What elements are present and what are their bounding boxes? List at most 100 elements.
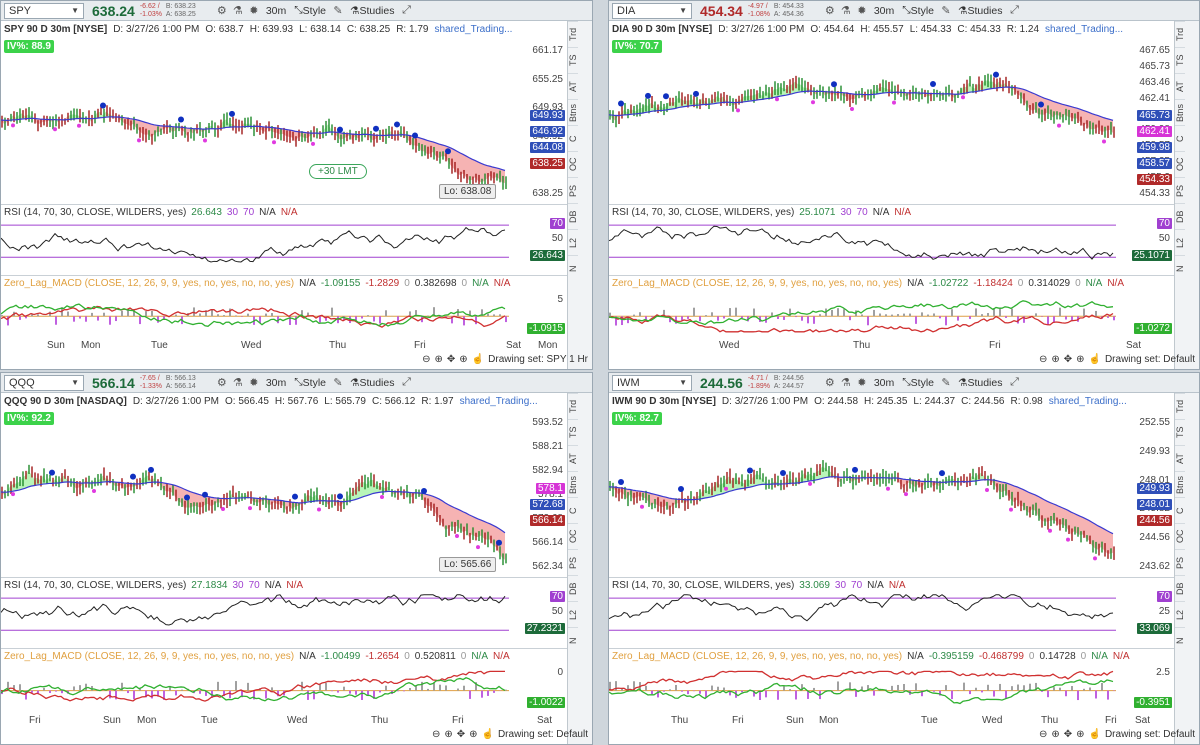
interval-button[interactable]: 30m	[870, 3, 898, 19]
limit-order-tag[interactable]: +30 LMT	[309, 164, 367, 179]
beaker-icon[interactable]: ⚗	[838, 376, 854, 390]
side-tab-db[interactable]: DB	[568, 203, 578, 229]
hand-icon[interactable]: ☝	[1089, 354, 1101, 365]
side-tab-ts[interactable]: TS	[1175, 419, 1185, 445]
rsi-pane[interactable]: RSI (14, 70, 30, CLOSE, WILDERS, yes) 26.…	[1, 204, 567, 271]
zoom-in-icon[interactable]: ⊕	[1051, 729, 1059, 740]
hand-icon[interactable]: ☝	[482, 729, 494, 740]
shared-link[interactable]: shared_Trading...	[1049, 396, 1127, 407]
price-chart[interactable]: IV%: 82.7252.55249.93248.01245.82244.562…	[609, 409, 1174, 573]
side-tab-at[interactable]: AT	[1175, 445, 1185, 471]
side-tab-trd[interactable]: Trd	[1175, 393, 1185, 419]
zoom-out-icon[interactable]: ⊖	[1039, 729, 1047, 740]
zoom-in-icon[interactable]: ⊕	[1051, 354, 1059, 365]
side-tab-c[interactable]: C	[568, 497, 578, 523]
zoom-in-icon[interactable]: ⊕	[435, 354, 443, 365]
price-chart[interactable]: IV%: 70.7467.65465.73463.46462.41461.384…	[609, 37, 1174, 200]
gear-icon[interactable]: ✹	[246, 376, 262, 390]
side-tab-oc[interactable]: OC	[1175, 523, 1185, 549]
pan-icon[interactable]: ✥	[457, 729, 465, 740]
settings-icon[interactable]: ⚙	[822, 4, 838, 18]
settings-icon[interactable]: ⚙	[822, 376, 838, 390]
side-tab-db[interactable]: DB	[1175, 203, 1185, 229]
expand-icon[interactable]: ⤢	[398, 376, 414, 390]
macd-pane[interactable]: Zero_Lag_MACD (CLOSE, 12, 26, 9, 9, yes,…	[1, 275, 567, 337]
expand-icon[interactable]: ⤢	[1006, 376, 1022, 390]
side-tab-l2[interactable]: L2	[568, 601, 578, 627]
price-chart[interactable]: IV%: 88.9 661.17 655.25 649.93 646.92 644.08 6…	[1, 37, 567, 200]
pan-icon[interactable]: ✥	[447, 354, 455, 365]
side-tab-db[interactable]: DB	[1175, 575, 1185, 601]
studies-button[interactable]: ⚗ Studies	[954, 3, 1006, 19]
side-tab-btns[interactable]: Btns	[1175, 471, 1185, 497]
drawing-set-label[interactable]: Drawing set: Default	[1105, 729, 1195, 740]
side-tab-ps[interactable]: PS	[1175, 177, 1185, 203]
rsi-pane[interactable]: RSI (14, 70, 30, CLOSE, WILDERS, yes) 33.…	[609, 577, 1174, 644]
rsi-pane[interactable]: RSI (14, 70, 30, CLOSE, WILDERS, yes) 27.…	[1, 577, 567, 644]
zoom-out-icon[interactable]: ⊖	[432, 729, 440, 740]
settings-icon[interactable]: ⚙	[214, 376, 230, 390]
side-tab-at[interactable]: AT	[568, 73, 578, 99]
side-tab-n[interactable]: N	[568, 627, 578, 653]
gear-icon[interactable]: ✹	[246, 4, 262, 18]
pan-icon[interactable]: ✥	[1064, 354, 1072, 365]
macd-pane[interactable]: Zero_Lag_MACD (CLOSE, 12, 26, 9, 9, yes,…	[609, 275, 1174, 337]
side-tab-btns[interactable]: Btns	[568, 471, 578, 497]
side-tab-l2[interactable]: L2	[568, 229, 578, 255]
macd-pane[interactable]: Zero_Lag_MACD (CLOSE, 12, 26, 9, 9, yes,…	[1, 648, 567, 712]
side-tab-c[interactable]: C	[568, 125, 578, 151]
side-tab-ps[interactable]: PS	[568, 549, 578, 575]
side-tab-at[interactable]: AT	[568, 445, 578, 471]
drawing-tool-icon[interactable]: ✎	[938, 4, 954, 18]
zoom-out-icon[interactable]: ⊖	[1039, 354, 1047, 365]
side-tab-at[interactable]: AT	[1175, 73, 1185, 99]
drawing-set-label[interactable]: Drawing set: Default	[1105, 354, 1195, 365]
zoom-in-icon[interactable]: ⊕	[444, 729, 452, 740]
side-tab-ts[interactable]: TS	[1175, 47, 1185, 73]
side-tab-ps[interactable]: PS	[1175, 549, 1185, 575]
side-tab-oc[interactable]: OC	[568, 523, 578, 549]
style-button[interactable]: ⤡ Style	[290, 375, 330, 391]
interval-button[interactable]: 30m	[262, 3, 290, 19]
beaker-icon[interactable]: ⚗	[230, 376, 246, 390]
side-tab-c[interactable]: C	[1175, 497, 1185, 523]
shared-link[interactable]: shared_Trading...	[1045, 24, 1123, 35]
chevron-down-icon[interactable]: ▼	[71, 378, 79, 387]
crosshair-icon[interactable]: ⊕	[469, 729, 477, 740]
settings-icon[interactable]: ⚙	[214, 4, 230, 18]
beaker-icon[interactable]: ⚗	[838, 4, 854, 18]
chevron-down-icon[interactable]: ▼	[679, 378, 687, 387]
studies-button[interactable]: ⚗ Studies	[954, 375, 1006, 391]
side-tab-oc[interactable]: OC	[1175, 151, 1185, 177]
side-tab-c[interactable]: C	[1175, 125, 1185, 151]
style-button[interactable]: ⤡ Style	[898, 375, 938, 391]
style-button[interactable]: ⤡ Style	[898, 3, 938, 19]
side-tab-oc[interactable]: OC	[568, 151, 578, 177]
side-tab-n[interactable]: N	[1175, 627, 1185, 653]
price-chart[interactable]: IV%: 92.2 593.52 588.21 582.94 578.1 572.68 56…	[1, 409, 567, 573]
side-tab-trd[interactable]: Trd	[568, 393, 578, 419]
rsi-pane[interactable]: RSI (14, 70, 30, CLOSE, WILDERS, yes) 25.…	[609, 204, 1174, 271]
chevron-down-icon[interactable]: ▼	[679, 6, 687, 15]
drawing-tool-icon[interactable]: ✎	[330, 4, 346, 18]
symbol-input[interactable]: IWM ▼	[612, 374, 692, 391]
beaker-icon[interactable]: ⚗	[230, 4, 246, 18]
drawing-set-label[interactable]: Drawing set: SPY 1 Hr	[488, 354, 588, 365]
pan-icon[interactable]: ✥	[1064, 729, 1072, 740]
gear-icon[interactable]: ✹	[854, 4, 870, 18]
side-tab-ts[interactable]: TS	[568, 47, 578, 73]
side-tab-l2[interactable]: L2	[1175, 601, 1185, 627]
expand-icon[interactable]: ⤢	[398, 4, 414, 18]
expand-icon[interactable]: ⤢	[1006, 4, 1022, 18]
drawing-tool-icon[interactable]: ✎	[330, 376, 346, 390]
crosshair-icon[interactable]: ⊕	[1076, 354, 1084, 365]
side-tab-trd[interactable]: Trd	[1175, 21, 1185, 47]
hand-icon[interactable]: ☝	[472, 354, 484, 365]
symbol-input[interactable]: QQQ ▼	[4, 374, 84, 391]
studies-button[interactable]: ⚗ Studies	[346, 375, 398, 391]
gear-icon[interactable]: ✹	[854, 376, 870, 390]
interval-button[interactable]: 30m	[870, 375, 898, 391]
symbol-input[interactable]: DIA ▼	[612, 2, 692, 19]
macd-pane[interactable]: Zero_Lag_MACD (CLOSE, 12, 26, 9, 9, yes,…	[609, 648, 1174, 712]
crosshair-icon[interactable]: ⊕	[459, 354, 467, 365]
